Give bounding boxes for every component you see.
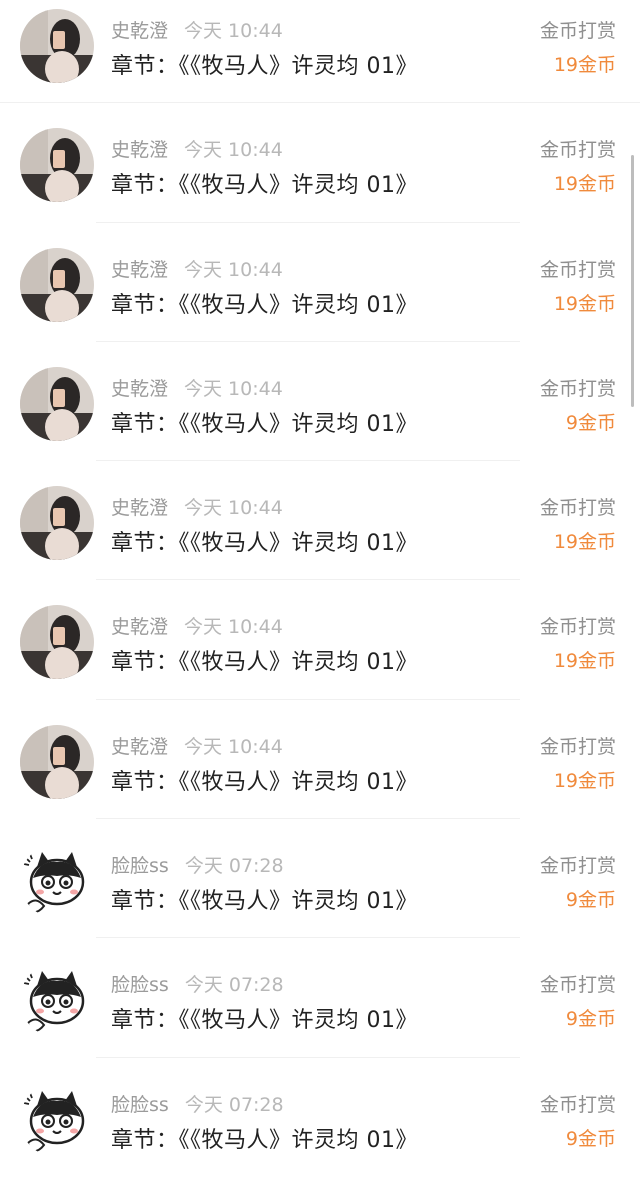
record-meta: 史乾澄 今天 10:44 bbox=[111, 612, 283, 639]
tip-record-row[interactable]: 史乾澄 今天 10:44 章节：《《牧马人》许灵均 01》 金币打赏 19金币 bbox=[0, 700, 640, 820]
tip-record-row[interactable]: 史乾澄 今天 10:44 章节：《《牧马人》许灵均 01》 金币打赏 19金币 bbox=[0, 0, 640, 104]
user-avatar[interactable] bbox=[20, 366, 94, 441]
tip-amount: 19金币 bbox=[553, 173, 616, 196]
timestamp: 今天 10:44 bbox=[184, 735, 283, 758]
tip-record-row[interactable]: 史乾澄 今天 10:44 章节：《《牧马人》许灵均 01》 金币打赏 9金币 bbox=[0, 342, 640, 462]
username[interactable]: 脸脸ss bbox=[111, 855, 169, 877]
tip-record-row[interactable]: 脸脸ss 今天 07:28 章节：《《牧马人》许灵均 01》 金币打赏 9金币 bbox=[0, 938, 640, 1058]
tip-label: 金币打赏 bbox=[539, 377, 616, 400]
tip-amount: 19金币 bbox=[553, 769, 616, 792]
scrollbar[interactable] bbox=[631, 155, 634, 407]
record-meta: 史乾澄 今天 10:44 bbox=[111, 732, 283, 759]
photo-avatar-icon bbox=[20, 724, 94, 799]
tip-label: 金币打赏 bbox=[539, 20, 616, 42]
username[interactable]: 史乾澄 bbox=[111, 616, 168, 638]
photo-avatar-icon bbox=[20, 486, 94, 561]
tip-amount: 9金币 bbox=[565, 1127, 616, 1150]
chapter-title: 章节：《《牧马人》许灵均 01》 bbox=[111, 173, 418, 199]
cat-avatar-icon bbox=[20, 1082, 94, 1157]
cat-avatar-icon bbox=[20, 963, 94, 1038]
user-avatar[interactable] bbox=[20, 247, 94, 322]
tip-record-row[interactable]: 史乾澄 今天 10:44 章节：《《牧马人》许灵均 01》 金币打赏 19金币 bbox=[0, 223, 640, 342]
username[interactable]: 脸脸ss bbox=[111, 1094, 169, 1116]
record-meta: 史乾澄 今天 10:44 bbox=[111, 493, 283, 520]
username[interactable]: 史乾澄 bbox=[111, 497, 168, 519]
timestamp: 今天 10:44 bbox=[184, 497, 283, 520]
username[interactable]: 史乾澄 bbox=[111, 378, 168, 400]
tip-label: 金币打赏 bbox=[539, 139, 616, 162]
tip-record-list: 史乾澄 今天 10:44 章节：《《牧马人》许灵均 01》 金币打赏 19金币 史… bbox=[0, 0, 640, 1177]
chapter-title: 章节：《《牧马人》许灵均 01》 bbox=[111, 292, 418, 318]
username[interactable]: 史乾澄 bbox=[111, 20, 168, 42]
timestamp: 今天 07:28 bbox=[184, 974, 284, 997]
chapter-title: 章节：《《牧马人》许灵均 01》 bbox=[111, 1127, 418, 1153]
tip-amount: 9金币 bbox=[565, 411, 616, 434]
tip-amount: 19金币 bbox=[553, 531, 616, 554]
user-avatar[interactable] bbox=[20, 963, 94, 1038]
username[interactable]: 史乾澄 bbox=[111, 139, 168, 161]
tip-amount: 9金币 bbox=[565, 889, 616, 912]
tip-record-row[interactable]: 史乾澄 今天 10:44 章节：《《牧马人》许灵均 01》 金币打赏 19金币 bbox=[0, 580, 640, 700]
timestamp: 今天 10:44 bbox=[184, 20, 283, 42]
tip-label: 金币打赏 bbox=[539, 497, 616, 520]
username[interactable]: 脸脸ss bbox=[111, 974, 169, 996]
chapter-title: 章节：《《牧马人》许灵均 01》 bbox=[111, 54, 418, 79]
tip-label: 金币打赏 bbox=[539, 1093, 616, 1116]
record-meta: 脸脸ss 今天 07:28 bbox=[111, 1090, 284, 1117]
user-avatar[interactable] bbox=[20, 9, 94, 83]
tip-label: 金币打赏 bbox=[539, 616, 616, 639]
photo-avatar-icon bbox=[20, 366, 94, 441]
username[interactable]: 史乾澄 bbox=[111, 736, 168, 758]
timestamp: 今天 10:44 bbox=[184, 377, 283, 400]
timestamp: 今天 10:44 bbox=[184, 139, 283, 162]
tip-amount: 19金币 bbox=[553, 292, 616, 315]
tip-label: 金币打赏 bbox=[539, 258, 616, 281]
chapter-title: 章节：《《牧马人》许灵均 01》 bbox=[111, 650, 418, 676]
chapter-title: 章节：《《牧马人》许灵均 01》 bbox=[111, 1008, 418, 1034]
user-avatar[interactable] bbox=[20, 844, 94, 919]
timestamp: 今天 10:44 bbox=[184, 616, 283, 639]
record-meta: 史乾澄 今天 10:44 bbox=[111, 16, 283, 43]
chapter-title: 章节：《《牧马人》许灵均 01》 bbox=[111, 531, 418, 557]
record-meta: 脸脸ss 今天 07:28 bbox=[111, 851, 284, 878]
record-meta: 史乾澄 今天 10:44 bbox=[111, 255, 283, 282]
tip-label: 金币打赏 bbox=[539, 974, 616, 997]
photo-avatar-icon bbox=[20, 247, 94, 322]
tip-record-row[interactable]: 脸脸ss 今天 07:28 章节：《《牧马人》许灵均 01》 金币打赏 9金币 bbox=[0, 819, 640, 939]
photo-avatar-icon bbox=[20, 9, 94, 83]
photo-avatar-icon bbox=[20, 128, 94, 203]
user-avatar[interactable] bbox=[20, 605, 94, 680]
tip-label: 金币打赏 bbox=[539, 855, 616, 878]
tip-amount: 9金币 bbox=[565, 1008, 616, 1031]
tip-record-row[interactable]: 史乾澄 今天 10:44 章节：《《牧马人》许灵均 01》 金币打赏 19金币 bbox=[0, 461, 640, 581]
user-avatar[interactable] bbox=[20, 724, 94, 799]
user-avatar[interactable] bbox=[20, 128, 94, 203]
tip-record-row[interactable]: 脸脸ss 今天 07:28 章节：《《牧马人》许灵均 01》 金币打赏 9金币 bbox=[0, 1058, 640, 1177]
record-meta: 史乾澄 今天 10:44 bbox=[111, 135, 283, 162]
user-avatar[interactable] bbox=[20, 1082, 94, 1157]
tip-label: 金币打赏 bbox=[539, 735, 616, 758]
chapter-title: 章节：《《牧马人》许灵均 01》 bbox=[111, 411, 418, 437]
record-meta: 脸脸ss 今天 07:28 bbox=[111, 970, 284, 997]
record-meta: 史乾澄 今天 10:44 bbox=[111, 374, 283, 401]
cat-avatar-icon bbox=[20, 844, 94, 919]
photo-avatar-icon bbox=[20, 605, 94, 680]
tip-amount: 19金币 bbox=[553, 650, 616, 673]
tip-amount: 19金币 bbox=[553, 54, 616, 76]
timestamp: 今天 10:44 bbox=[184, 258, 283, 281]
timestamp: 今天 07:28 bbox=[184, 1093, 284, 1116]
username[interactable]: 史乾澄 bbox=[111, 259, 168, 281]
timestamp: 今天 07:28 bbox=[184, 855, 284, 878]
chapter-title: 章节：《《牧马人》许灵均 01》 bbox=[111, 769, 418, 795]
chapter-title: 章节：《《牧马人》许灵均 01》 bbox=[111, 889, 418, 915]
user-avatar[interactable] bbox=[20, 486, 94, 561]
tip-record-row[interactable]: 史乾澄 今天 10:44 章节：《《牧马人》许灵均 01》 金币打赏 19金币 bbox=[0, 103, 640, 223]
